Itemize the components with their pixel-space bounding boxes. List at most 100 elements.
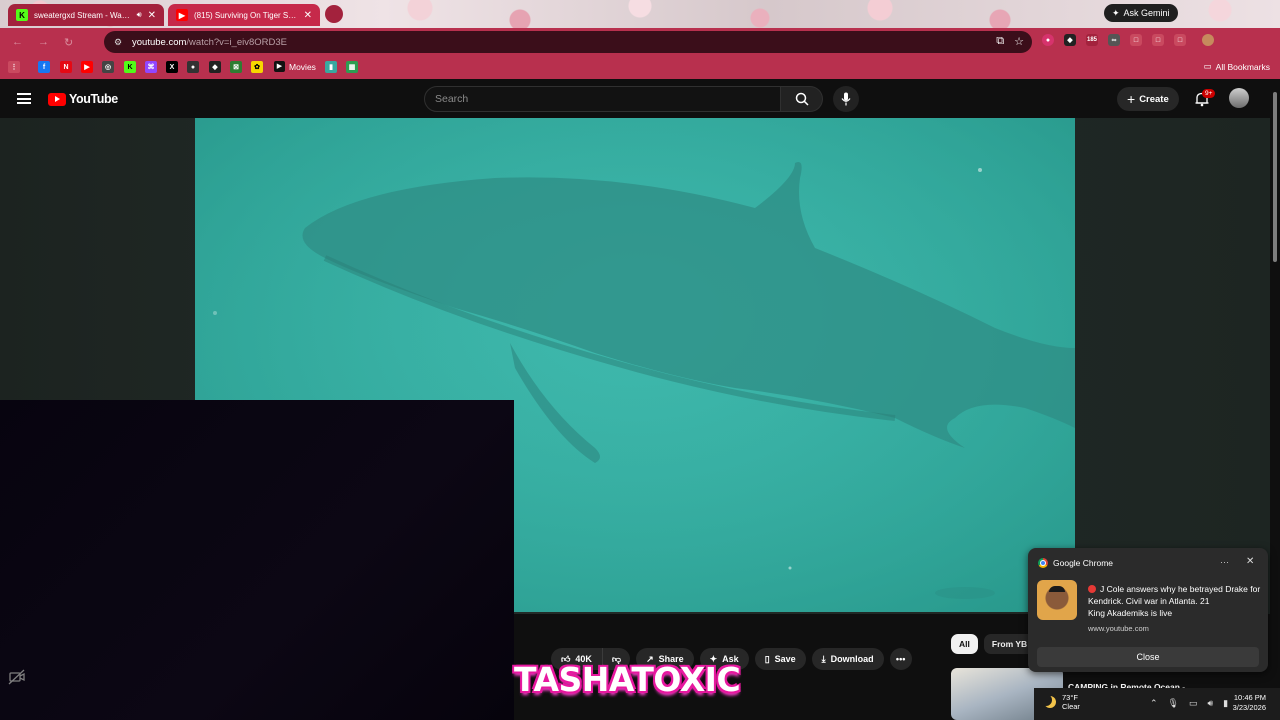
- more-horizontal-icon: •••: [895, 654, 906, 664]
- weather-condition: Clear: [1062, 702, 1080, 711]
- github-icon[interactable]: ●: [187, 61, 199, 73]
- new-tab-button[interactable]: [325, 5, 343, 23]
- extension-ghost2-icon[interactable]: □: [1152, 34, 1164, 46]
- screen: K sweatergxd Stream - Watch 🔊︎ ✕ ▶ (815)…: [0, 0, 1280, 720]
- address-bar[interactable]: ⚙ youtube.com /watch?v=i_eiv8ORD3E ⧉ ☆: [104, 31, 1032, 53]
- profile-avatar-icon[interactable]: [1202, 34, 1214, 46]
- gemini-sparkle-icon: ✦: [1112, 7, 1120, 18]
- extension-glasses-icon[interactable]: ∞: [1108, 34, 1120, 46]
- youtube-play-icon: [48, 92, 66, 106]
- browser-tab-strip: K sweatergxd Stream - Watch 🔊︎ ✕ ▶ (815)…: [0, 0, 1280, 28]
- page-scrollbar[interactable]: [1270, 80, 1280, 720]
- bookmark-movies[interactable]: ▶ Movies: [274, 61, 316, 72]
- notification-more-icon[interactable]: ···: [1220, 557, 1229, 567]
- notification-message: J Cole answers why he betrayed Drake for…: [1088, 583, 1262, 619]
- extension-diamond-icon[interactable]: ◆: [1064, 34, 1076, 46]
- download-button[interactable]: ⤓ Download: [811, 648, 884, 670]
- search-input[interactable]: [435, 93, 770, 105]
- notification-close-button[interactable]: Close: [1037, 647, 1259, 667]
- close-tab-icon[interactable]: ✕: [148, 10, 156, 21]
- microphone-tray-icon[interactable]: 🎙︎: [1168, 698, 1179, 709]
- extension-badge-icon[interactable]: 185: [1086, 34, 1098, 46]
- netflix-icon[interactable]: N: [60, 61, 72, 73]
- facebook-icon[interactable]: f: [38, 61, 50, 73]
- account-avatar[interactable]: [1229, 88, 1249, 108]
- chevron-up-icon[interactable]: ⌃: [1150, 698, 1158, 709]
- forward-icon[interactable]: →: [38, 36, 49, 48]
- search-field[interactable]: [424, 86, 781, 112]
- chip-all[interactable]: All: [951, 634, 978, 654]
- voice-search-button[interactable]: [833, 86, 859, 112]
- extension-ghost3-icon[interactable]: □: [1174, 34, 1186, 46]
- microphone-icon: [841, 92, 851, 106]
- menu-icon[interactable]: [17, 93, 31, 104]
- chrome-notification[interactable]: Google Chrome ··· ✕ J Cole answers why h…: [1028, 548, 1268, 672]
- tab-youtube-video[interactable]: ▶ (815) Surviving On Tiger Shark ✕: [168, 4, 320, 26]
- more-actions-button[interactable]: •••: [889, 648, 912, 670]
- notification-app-name: Google Chrome: [1053, 558, 1114, 568]
- notification-header: Google Chrome: [1038, 558, 1113, 568]
- notification-count-badge: 9+: [1202, 89, 1216, 98]
- save-button[interactable]: ▯ Save: [754, 648, 806, 670]
- youtube-icon: ▶: [176, 9, 188, 21]
- streamer-watermark: TASHATOXIC: [514, 660, 741, 699]
- taskbar-clock[interactable]: 10:46 PM 3/23/2026: [1226, 693, 1266, 713]
- all-bookmarks[interactable]: ▭ All Bookmarks: [1204, 61, 1270, 72]
- movies-label: Movies: [289, 61, 316, 72]
- scrollbar-thumb[interactable]: [1273, 92, 1277, 262]
- apps-icon[interactable]: ⋮: [8, 61, 20, 73]
- bookmark-teal-icon[interactable]: ▮: [325, 61, 337, 73]
- clock-time: 10:46 PM: [1233, 693, 1266, 702]
- site-info-icon[interactable]: ⚙: [114, 37, 124, 47]
- x-icon[interactable]: X: [166, 61, 178, 73]
- youtube-bookmark-icon[interactable]: ▶: [81, 61, 93, 73]
- ask-gemini-button[interactable]: ✦ Ask Gemini: [1104, 4, 1178, 22]
- youtube-header: YouTube + Create 9+: [0, 80, 1280, 118]
- volume-icon[interactable]: 🔊︎: [1208, 698, 1214, 709]
- bookmark-green-icon[interactable]: ▦: [346, 61, 358, 73]
- speaker-icon[interactable]: 🔊︎: [137, 10, 142, 20]
- tab-title: (815) Surviving On Tiger Shark: [194, 10, 298, 20]
- youtube-logo[interactable]: YouTube: [48, 92, 118, 106]
- notification-close-icon[interactable]: ✕: [1246, 556, 1254, 567]
- clock-date: 3/23/2026: [1232, 703, 1266, 712]
- system-tray: ⌃ 🎙︎ ▭ 🔊︎ ▮: [1150, 698, 1228, 709]
- camera-off-icon: [8, 669, 25, 685]
- notification-line1: J Cole answers why he betrayed Drake for…: [1088, 584, 1261, 606]
- save-label: Save: [774, 654, 796, 664]
- all-bookmarks-label: All Bookmarks: [1215, 61, 1270, 72]
- folder-icon: ▭: [1203, 61, 1212, 71]
- xbox-icon[interactable]: ⊠: [230, 61, 242, 73]
- weather-text: 73°F Clear: [1062, 693, 1080, 711]
- notification-site: www.youtube.com: [1088, 624, 1149, 633]
- search-button[interactable]: [781, 86, 823, 112]
- chrome-icon: [1038, 558, 1048, 568]
- create-button[interactable]: + Create: [1117, 87, 1179, 111]
- moon-icon: [1044, 696, 1056, 708]
- extension-ghost-icon[interactable]: □: [1130, 34, 1142, 46]
- back-icon[interactable]: ←: [12, 36, 23, 48]
- tab-kick-stream[interactable]: K sweatergxd Stream - Watch 🔊︎ ✕: [8, 4, 164, 26]
- ask-gemini-label: Ask Gemini: [1123, 8, 1170, 18]
- extension-pink-icon[interactable]: ●: [1042, 34, 1054, 46]
- notification-thumbnail: [1037, 580, 1077, 620]
- movies-play-icon: ▶: [274, 61, 285, 72]
- download-label: Download: [830, 654, 874, 664]
- create-label: Create: [1139, 93, 1169, 105]
- install-app-icon[interactable]: ⧉: [996, 35, 1004, 48]
- kick-bookmark-icon[interactable]: K: [124, 61, 136, 73]
- search-icon: [795, 92, 809, 106]
- diamond-bookmark-icon[interactable]: ◆: [209, 61, 221, 73]
- bookmark-star-icon[interactable]: ☆: [1014, 35, 1024, 48]
- instagram-icon[interactable]: ◎: [102, 61, 114, 73]
- url-path: /watch?v=i_eiv8ORD3E: [186, 36, 287, 48]
- reload-icon[interactable]: ↻: [64, 36, 73, 49]
- snap-icon[interactable]: ✿: [251, 61, 263, 73]
- kick-icon: K: [16, 9, 28, 21]
- twitch-icon[interactable]: ⌘: [145, 61, 157, 73]
- close-tab-icon[interactable]: ✕: [304, 10, 312, 21]
- weather-widget[interactable]: 73°F Clear: [1044, 693, 1080, 711]
- live-dot-icon: [1088, 585, 1096, 593]
- notification-line2: King Akademiks is live: [1088, 608, 1173, 618]
- network-icon[interactable]: ▭: [1189, 698, 1198, 709]
